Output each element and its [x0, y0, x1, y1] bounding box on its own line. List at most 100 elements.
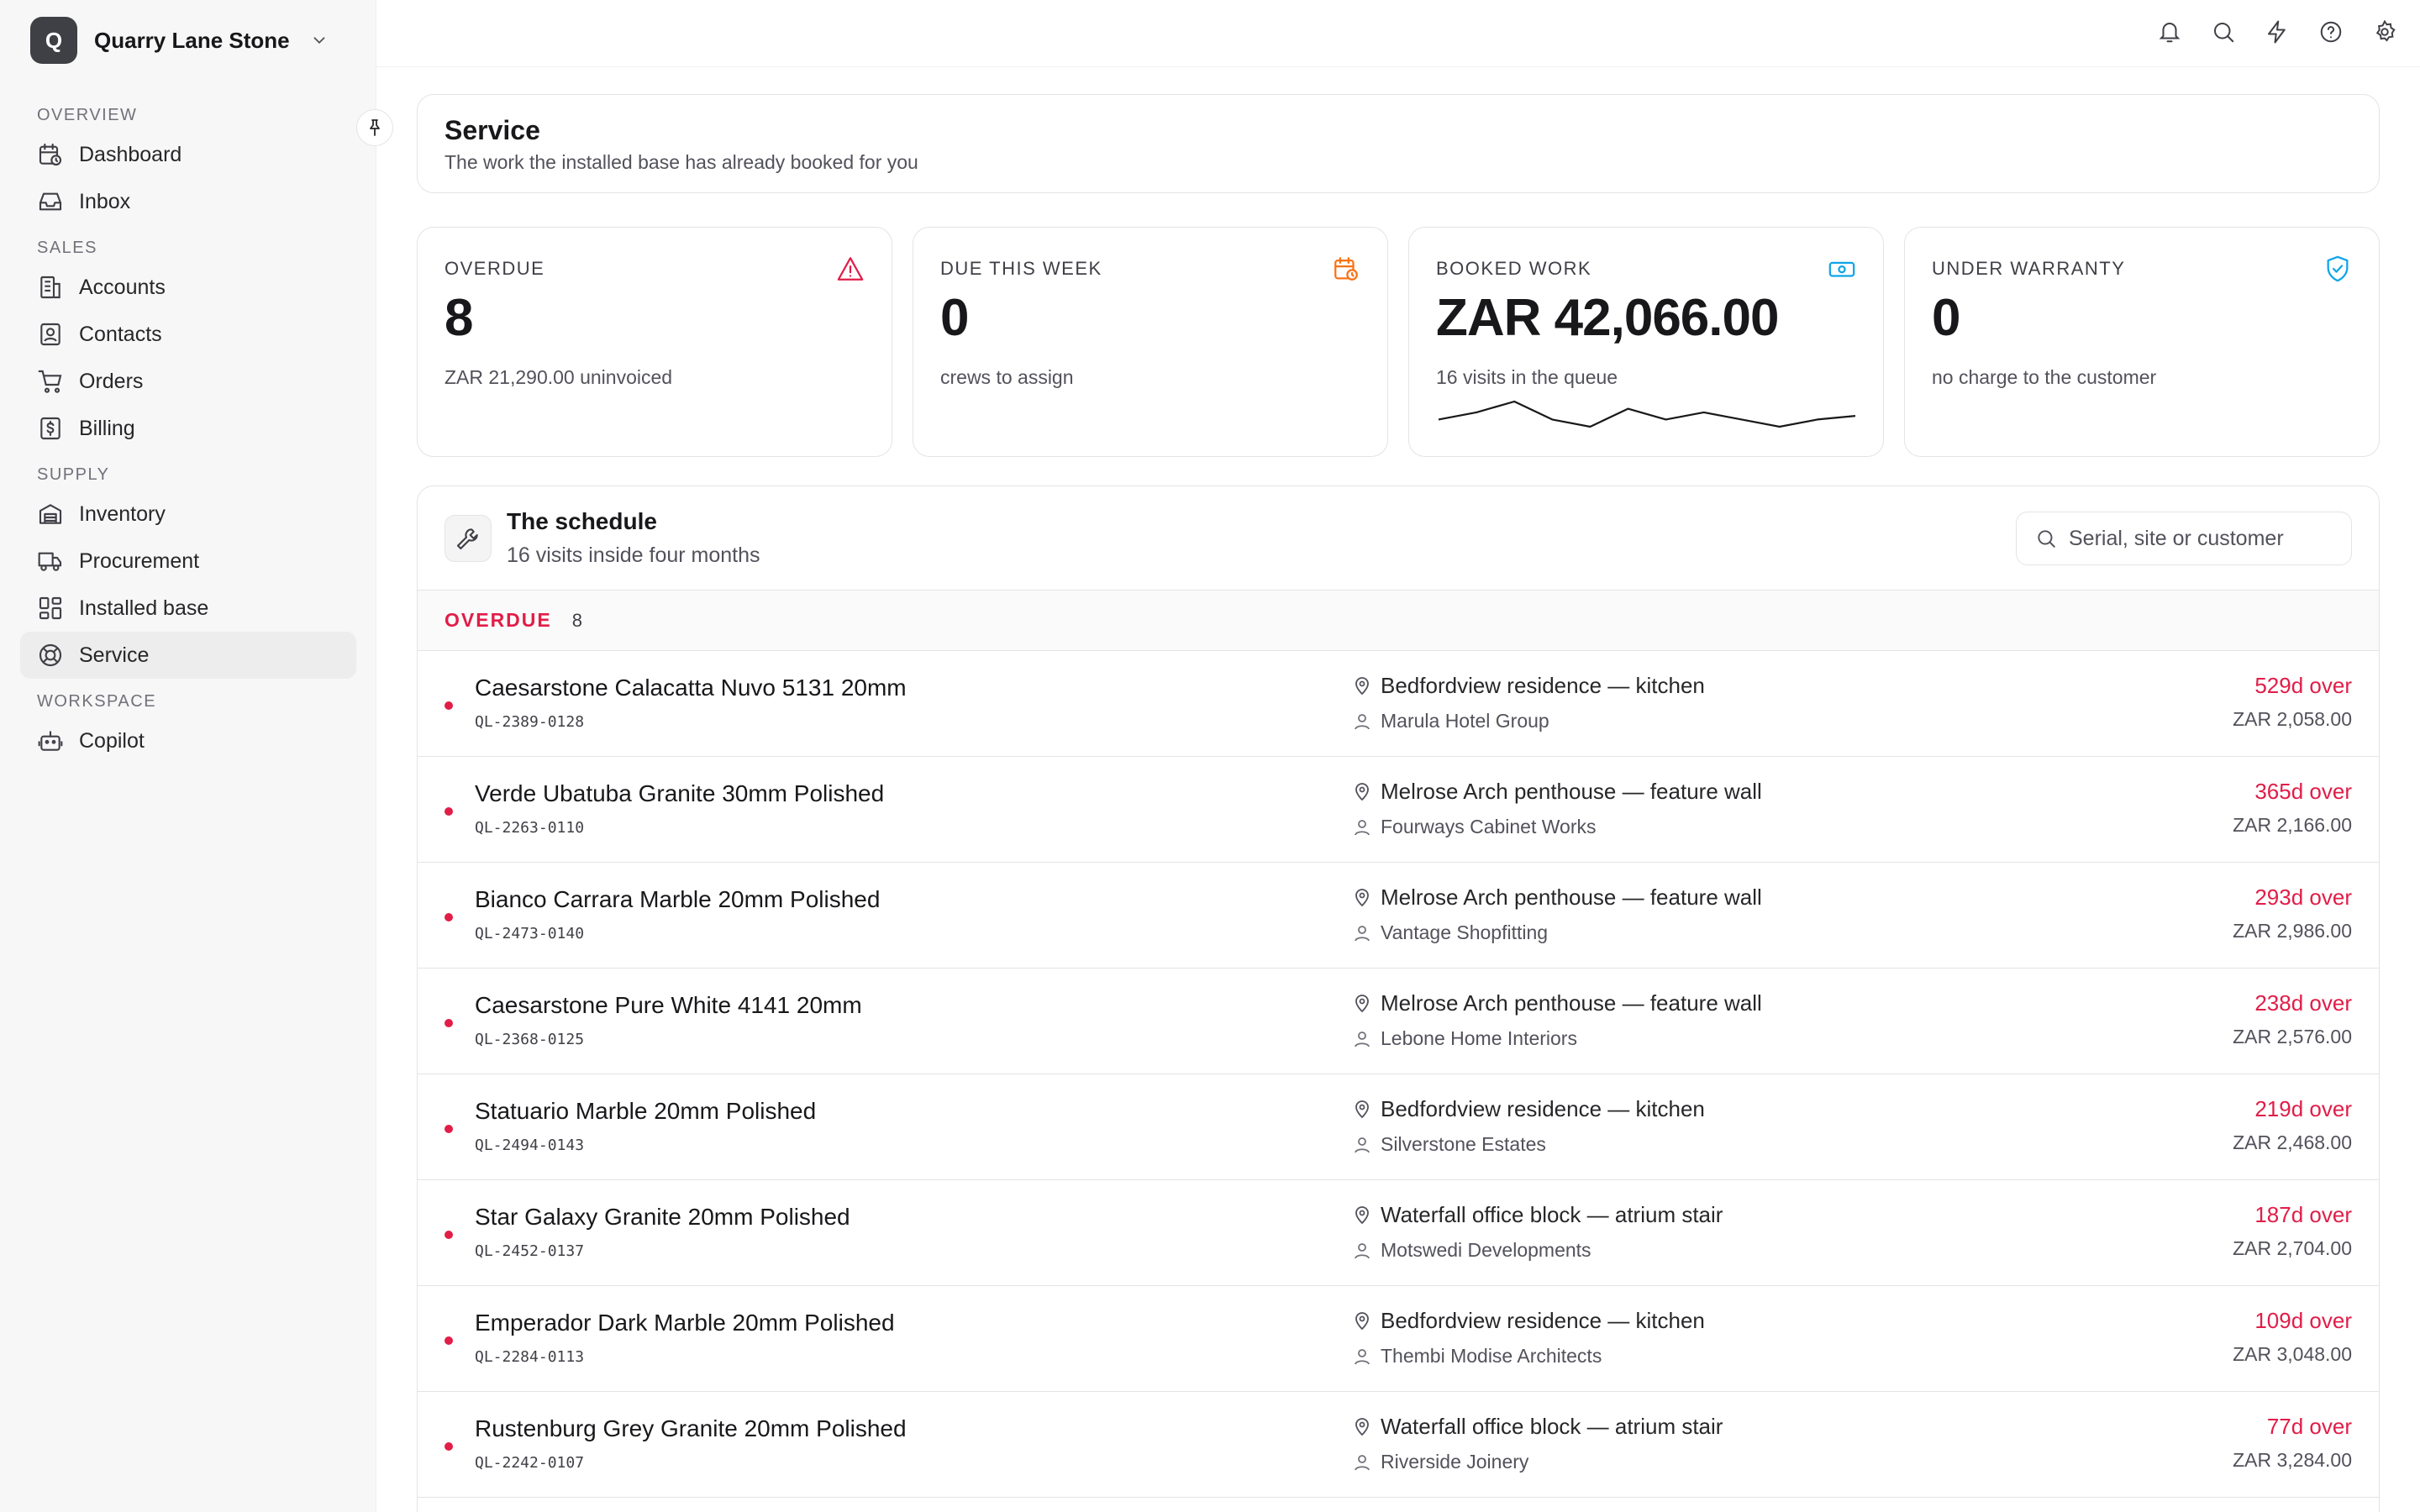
- status-dot: [445, 1125, 453, 1133]
- help-button[interactable]: [2316, 17, 2346, 47]
- customer: Riverside Joinery: [1352, 1451, 1528, 1473]
- product-name: Statuario Marble 20mm Polished: [475, 1098, 817, 1124]
- booked-work-sparkline: [1438, 400, 1856, 428]
- search-button[interactable]: [2208, 17, 2238, 47]
- sidebar: Q Quarry Lane Stone OVERVIEW Dashboard I…: [0, 0, 376, 1512]
- table-row[interactable]: Verde Ubatuba Granite 30mm Polished QL-2…: [418, 757, 2379, 863]
- quick-actions-button[interactable]: [2262, 17, 2292, 47]
- serial-number: QL-2452-0137: [475, 1242, 585, 1260]
- pin-sidebar-button[interactable]: [356, 109, 393, 146]
- top-bar-actions: [2154, 17, 2400, 47]
- sidebar-item-inbox[interactable]: Inbox: [20, 178, 356, 225]
- kpi-value: 0: [1932, 289, 1960, 347]
- overdue-days: 365d over: [2254, 779, 2352, 804]
- sidebar-item-copilot[interactable]: Copilot: [20, 717, 356, 764]
- status-dot: [445, 1019, 453, 1027]
- sidebar-item-dashboard[interactable]: Dashboard: [20, 131, 356, 178]
- kpi-value: 0: [940, 289, 969, 347]
- sidebar-item-label: Dashboard: [79, 142, 182, 166]
- user-icon: [1355, 1242, 1370, 1258]
- sidebar-item-accounts[interactable]: Accounts: [20, 264, 356, 311]
- page-header: Service The work the installed base has …: [417, 94, 2380, 193]
- sidebar-item-label: Contacts: [79, 322, 162, 346]
- schedule-search[interactable]: [2016, 512, 2352, 565]
- site-name: Bedfordview residence — kitchen: [1381, 1096, 1705, 1121]
- group-label: OVERDUE: [445, 609, 552, 631]
- amount: ZAR 2,986.00: [2233, 920, 2352, 942]
- customer-name: Thembi Modise Architects: [1381, 1345, 1602, 1367]
- table-row[interactable]: Caesarstone Calacatta Nuvo 5131 20mm QL-…: [418, 651, 2379, 757]
- serial-number: QL-2389-0128: [475, 713, 585, 731]
- location-pin-icon: [1355, 1205, 1369, 1224]
- table-row[interactable]: Star Galaxy Granite 20mm Polished QL-245…: [418, 1180, 2379, 1286]
- customer-name: Motswedi Developments: [1381, 1239, 1591, 1261]
- gear-icon: [2375, 19, 2396, 42]
- schedule-header: The schedule 16 visits inside four month…: [418, 486, 2379, 591]
- status-dot: [445, 1442, 453, 1451]
- search-icon: [2214, 23, 2234, 43]
- sidebar-nav: OVERVIEW Dashboard Inbox SALES Accounts …: [20, 99, 356, 764]
- location-pin-icon: [1355, 994, 1369, 1012]
- site: Waterfall office block — atrium stair: [1352, 1202, 1723, 1228]
- sidebar-item-label: Orders: [79, 369, 144, 393]
- table-row[interactable]: Emperador Dark Marble 20mm Polished QL-2…: [418, 1286, 2379, 1392]
- overdue-days: 109d over: [2254, 1308, 2352, 1333]
- sidebar-item-label: Installed base: [79, 596, 209, 620]
- sidebar-item-billing[interactable]: Billing: [20, 405, 356, 452]
- table-row[interactable]: Caesarstone Pure White 4141 20mm QL-2368…: [418, 969, 2379, 1074]
- notifications-button[interactable]: [2154, 17, 2185, 47]
- user-icon: [1355, 713, 1370, 729]
- org-avatar: Q: [30, 17, 77, 64]
- schedule-badge: [445, 515, 492, 562]
- schedule-title: The schedule: [507, 508, 657, 534]
- sidebar-item-contacts[interactable]: Contacts: [20, 311, 356, 358]
- org-name: Quarry Lane Stone: [94, 27, 290, 53]
- sidebar-item-procurement[interactable]: Procurement: [20, 538, 356, 585]
- settings-button[interactable]: [2370, 17, 2400, 47]
- status-dot: [445, 807, 453, 816]
- calendar-clock-icon: [39, 143, 62, 166]
- site-name: Waterfall office block — atrium stair: [1381, 1414, 1723, 1439]
- site: Waterfall office block — atrium stair: [1352, 1414, 1723, 1440]
- site-name: Melrose Arch penthouse — feature wall: [1381, 779, 1762, 804]
- sidebar-item-service[interactable]: Service: [20, 632, 356, 679]
- customer-name: Fourways Cabinet Works: [1381, 816, 1597, 837]
- kpi-label: BOOKED WORK: [1436, 258, 1592, 279]
- table-row[interactable]: Statuario Marble 20mm Polished QL-2494-0…: [418, 1074, 2379, 1180]
- search-input[interactable]: [2069, 526, 2346, 551]
- help-icon: [2320, 21, 2342, 43]
- pin-icon: [370, 119, 380, 136]
- kpi-under-warranty: UNDER WARRANTY 0 no charge to the custom…: [1904, 227, 2380, 457]
- truck-icon: [38, 552, 62, 571]
- table-row[interactable]: Rustenburg Grey Granite 20mm Polished QL…: [418, 1392, 2379, 1498]
- sidebar-item-label: Inventory: [79, 501, 166, 526]
- product-name: Caesarstone Calacatta Nuvo 5131 20mm: [475, 675, 907, 701]
- product-name: Star Galaxy Granite 20mm Polished: [475, 1204, 850, 1230]
- sidebar-item-label: Copilot: [79, 728, 145, 753]
- page-subtitle: The work the installed base has already …: [445, 151, 918, 173]
- customer-name: Marula Hotel Group: [1381, 710, 1549, 732]
- status-dot: [445, 1231, 453, 1239]
- org-switcher[interactable]: Q Quarry Lane Stone: [30, 17, 329, 64]
- kpi-label: DUE THIS WEEK: [940, 258, 1102, 279]
- warning-icon: [837, 257, 864, 281]
- sidebar-item-installed-base[interactable]: Installed base: [20, 585, 356, 632]
- customer-name: Vantage Shopfitting: [1381, 921, 1549, 943]
- sidebar-item-orders[interactable]: Orders: [20, 358, 356, 405]
- top-bar: [376, 0, 2420, 67]
- overdue-days: 219d over: [2254, 1096, 2352, 1121]
- cart-icon: [38, 370, 62, 393]
- user-icon: [1355, 1031, 1370, 1047]
- sidebar-item-label: Procurement: [79, 549, 200, 573]
- group-header-overdue: OVERDUE 8: [418, 591, 2379, 651]
- shield-check-icon: [2327, 255, 2349, 282]
- bell-icon: [2159, 23, 2181, 43]
- customer: Silverstone Estates: [1352, 1133, 1546, 1156]
- sidebar-item-inventory[interactable]: Inventory: [20, 491, 356, 538]
- user-icon: [1355, 1454, 1370, 1470]
- inbox-icon: [39, 192, 62, 211]
- status-dot: [445, 913, 453, 921]
- site-name: Bedfordview residence — kitchen: [1381, 673, 1705, 698]
- product-name: Emperador Dark Marble 20mm Polished: [475, 1310, 895, 1336]
- table-row[interactable]: Bianco Carrara Marble 20mm Polished QL-2…: [418, 863, 2379, 969]
